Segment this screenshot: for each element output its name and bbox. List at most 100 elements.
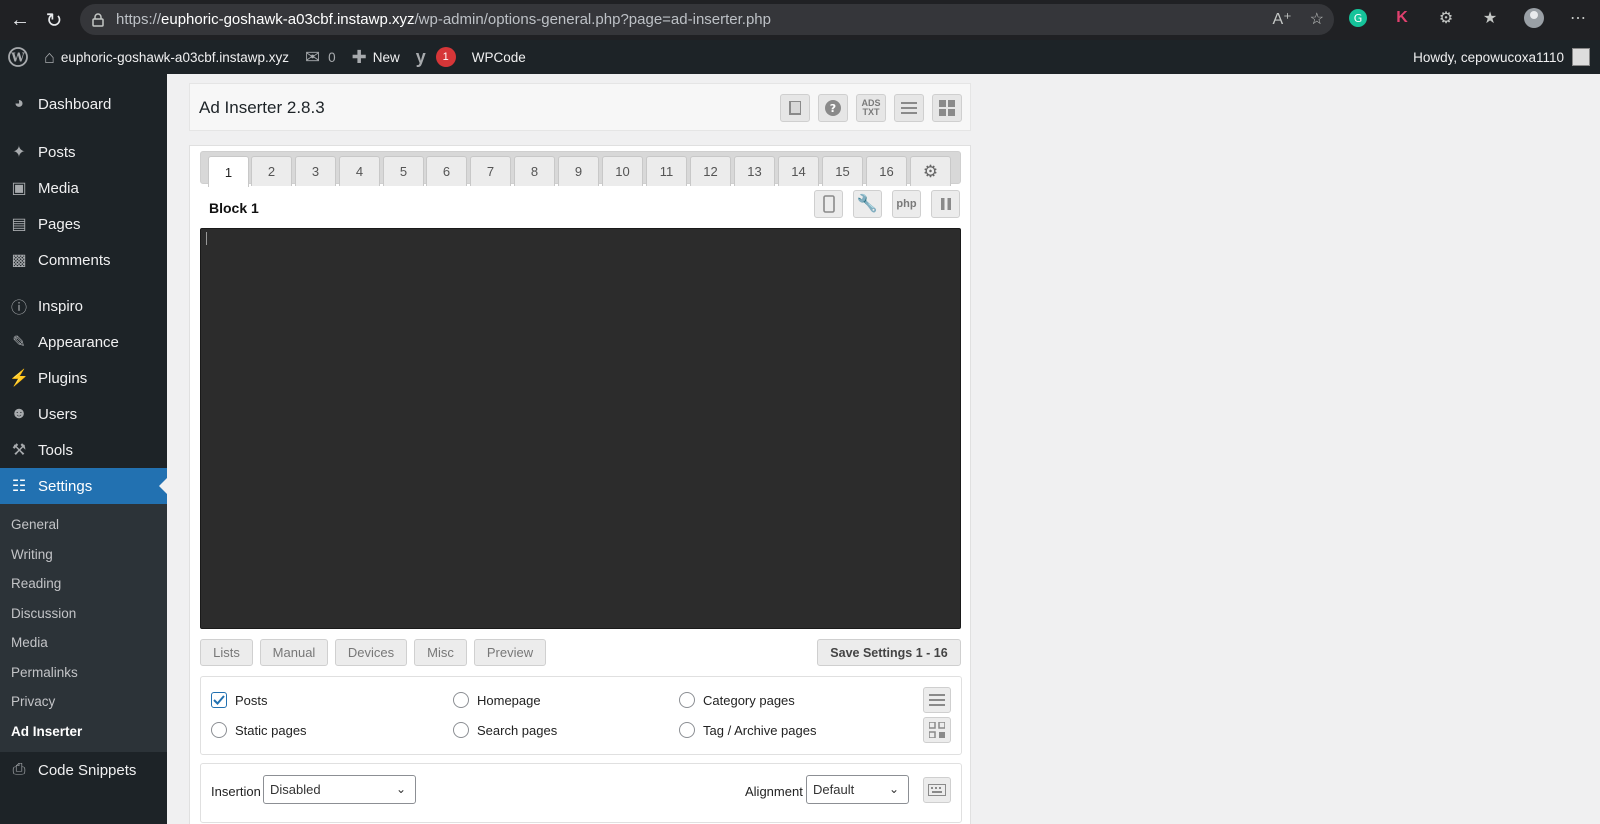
alignment-select[interactable]: Default ⌄ <box>806 775 909 804</box>
main-content: Ad Inserter 2.8.3 ? ADS TXT 1 2 3 4 5 6 … <box>167 74 1600 824</box>
qr-grid-icon[interactable] <box>923 717 951 743</box>
read-aloud-icon[interactable]: A⁺ <box>1273 9 1292 29</box>
submenu-privacy[interactable]: Privacy <box>0 687 167 717</box>
checkbox-label: Tag / Archive pages <box>703 722 817 738</box>
save-settings-button[interactable]: Save Settings 1 - 16 <box>817 639 961 666</box>
brush-icon: ✎ <box>12 334 26 351</box>
grammarly-icon[interactable]: G <box>1346 6 1370 30</box>
devices-button[interactable]: Devices <box>335 639 407 666</box>
tab-settings[interactable]: ⚙ <box>910 156 951 186</box>
lists-button[interactable]: Lists <box>200 639 253 666</box>
submenu-writing[interactable]: Writing <box>0 540 167 570</box>
category-pages-checkbox[interactable]: Category pages <box>679 692 795 708</box>
checkbox-box <box>679 722 695 738</box>
php-toggle-button[interactable]: php <box>892 190 921 218</box>
back-icon[interactable]: ← <box>6 6 34 34</box>
menu-inspiro[interactable]: ⓘ Inspiro <box>0 288 167 324</box>
submenu-ad-inserter[interactable]: Ad Inserter <box>0 717 167 747</box>
book-icon[interactable] <box>780 94 810 122</box>
yoast-badge: 1 <box>435 47 456 67</box>
keyboard-icon[interactable] <box>923 777 951 803</box>
insertion-value: Disabled <box>270 782 321 797</box>
address-bar[interactable]: https://euphoric-goshawk-a03cbf.instawp.… <box>80 4 1334 35</box>
help-icon[interactable]: ? <box>818 94 848 122</box>
list-icon[interactable] <box>894 94 924 122</box>
grid-icon[interactable] <box>932 94 962 122</box>
tab-10[interactable]: 10 <box>602 156 643 186</box>
list-icon[interactable] <box>923 687 951 713</box>
preview-button[interactable]: Preview <box>474 639 546 666</box>
home-icon: ⌂ <box>44 46 55 67</box>
tab-3[interactable]: 3 <box>295 156 336 186</box>
menu-posts[interactable]: ✦ Posts <box>0 134 167 170</box>
tab-1[interactable]: 1 <box>208 156 249 187</box>
favorite-star-icon[interactable]: ☆ <box>1310 9 1324 29</box>
submenu-reading[interactable]: Reading <box>0 569 167 599</box>
alignment-value: Default <box>813 782 855 797</box>
tab-2[interactable]: 2 <box>251 156 292 186</box>
menu-dashboard[interactable]: ◕ Dashboard <box>0 86 167 122</box>
tab-7[interactable]: 7 <box>470 156 511 186</box>
gear-icon: ⚙ <box>922 161 939 181</box>
code-editor[interactable] <box>200 228 961 629</box>
media-icon: ▣ <box>11 180 27 197</box>
menu-plugins[interactable]: ⚡ Plugins <box>0 360 167 396</box>
extensions-icon[interactable]: ⚙ <box>1434 6 1458 30</box>
manual-button[interactable]: Manual <box>260 639 328 666</box>
submenu-permalinks[interactable]: Permalinks <box>0 658 167 688</box>
info-icon: ⓘ <box>10 300 27 317</box>
ads-txt-icon[interactable]: ADS TXT <box>856 94 886 122</box>
tab-15[interactable]: 15 <box>822 156 863 186</box>
menu-appearance[interactable]: ✎ Appearance <box>0 324 167 360</box>
pause-icon[interactable] <box>931 190 960 218</box>
profile-icon[interactable] <box>1522 6 1546 30</box>
homepage-checkbox[interactable]: Homepage <box>453 692 541 708</box>
insertion-select[interactable]: Disabled ⌄ <box>263 775 416 804</box>
tab-11[interactable]: 11 <box>646 156 687 186</box>
static-pages-checkbox[interactable]: Static pages <box>211 722 307 738</box>
site-name-link[interactable]: ⌂ euphoric-goshawk-a03cbf.instawp.xyz <box>36 40 297 74</box>
extension-k-icon[interactable]: K <box>1390 6 1414 30</box>
my-account-menu[interactable]: Howdy, cepowucoxa1110 <box>1413 40 1590 74</box>
menu-users[interactable]: ☻ Users <box>0 396 167 432</box>
tab-6[interactable]: 6 <box>426 156 467 186</box>
tab-12[interactable]: 12 <box>690 156 731 186</box>
more-menu-icon[interactable]: ⋯ <box>1566 6 1590 30</box>
device-icon[interactable] <box>814 190 843 218</box>
tab-8[interactable]: 8 <box>514 156 555 186</box>
new-content-link[interactable]: ✚ New <box>344 40 408 74</box>
menu-label: Pages <box>38 215 81 233</box>
plugin-icon: ⚡ <box>9 370 29 387</box>
comments-link[interactable]: ✉ 0 <box>297 40 344 74</box>
submenu-general[interactable]: General <box>0 510 167 540</box>
menu-tools[interactable]: ⚒ Tools <box>0 432 167 468</box>
submenu-media[interactable]: Media <box>0 628 167 658</box>
pin-icon: ✦ <box>12 144 26 161</box>
favorites-icon[interactable]: ★ <box>1478 6 1502 30</box>
checkbox-box <box>453 692 469 708</box>
menu-code-snippets[interactable]: ⎙ Code Snippets <box>0 752 167 788</box>
search-pages-checkbox[interactable]: Search pages <box>453 722 557 738</box>
menu-pages[interactable]: ▤ Pages <box>0 206 167 242</box>
misc-button[interactable]: Misc <box>414 639 467 666</box>
tab-16[interactable]: 16 <box>866 156 907 186</box>
site-name-label: euphoric-goshawk-a03cbf.instawp.xyz <box>60 49 289 65</box>
posts-checkbox[interactable]: Posts <box>211 692 268 708</box>
menu-media[interactable]: ▣ Media <box>0 170 167 206</box>
tag-archive-pages-checkbox[interactable]: Tag / Archive pages <box>679 722 816 738</box>
tab-5[interactable]: 5 <box>383 156 424 186</box>
wrench-icon[interactable]: 🔧 <box>853 190 882 218</box>
tab-4[interactable]: 4 <box>339 156 380 186</box>
wp-logo-icon[interactable]: W <box>0 40 36 74</box>
submenu-discussion[interactable]: Discussion <box>0 599 167 629</box>
yoast-menu[interactable]: y 1 <box>408 40 464 74</box>
tab-14[interactable]: 14 <box>778 156 819 186</box>
menu-settings[interactable]: ☷ Settings <box>0 468 167 504</box>
tab-13[interactable]: 13 <box>734 156 775 186</box>
wpcode-link[interactable]: WPCode <box>464 40 534 74</box>
menu-comments[interactable]: ▩ Comments <box>0 242 167 278</box>
new-label: New <box>372 49 400 65</box>
code-icon: ⎙ <box>12 761 26 778</box>
tab-9[interactable]: 9 <box>558 156 599 186</box>
reload-icon[interactable]: ↻ <box>40 6 68 34</box>
